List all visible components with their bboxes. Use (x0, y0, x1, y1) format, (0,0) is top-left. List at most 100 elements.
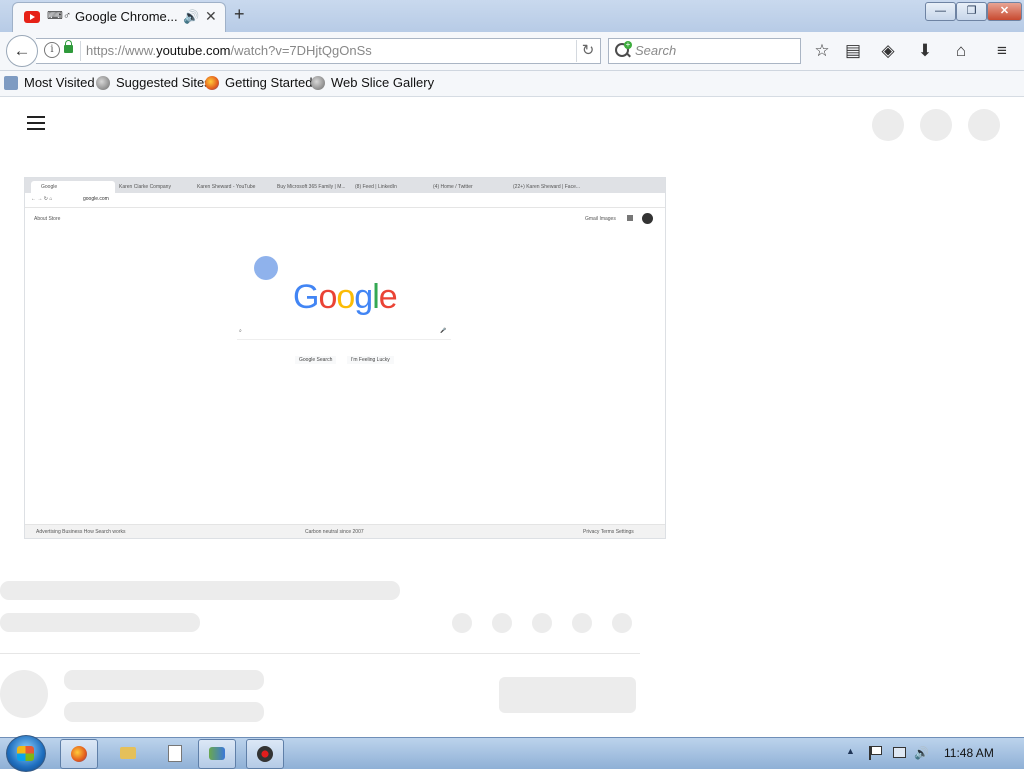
google-search-box: ⌕ 🎤 (237, 325, 451, 340)
action-center-flag-icon[interactable] (866, 746, 882, 760)
maximize-button[interactable]: ❐ (956, 2, 987, 21)
logo-letter: e (378, 278, 398, 316)
navigation-bar: i https://www.youtube.com/watch?v=7DHjtQ… (0, 32, 1024, 71)
channel-avatar-placeholder (0, 670, 48, 718)
search-icon: ⌕ (239, 328, 242, 334)
download-icon[interactable]: ⬇ (914, 40, 936, 62)
info-icon[interactable]: i (44, 42, 60, 58)
footer-left-links: Advertising Business How Search works (36, 529, 126, 535)
bookmark-getting-started[interactable]: Getting Started (225, 75, 312, 90)
title-placeholder (0, 581, 400, 600)
chrome-tab: Karen Clarke Company (119, 184, 171, 190)
taskbar-people-icon[interactable] (198, 739, 236, 769)
taskbar-explorer-icon[interactable] (110, 739, 146, 767)
meta-placeholder (0, 613, 200, 632)
minimize-button[interactable]: — (925, 2, 956, 21)
subscribe-placeholder (499, 677, 636, 713)
chrome-tab: (8) Feed | LinkedIn (355, 184, 397, 190)
action-placeholder (452, 613, 472, 633)
firefox-icon (205, 76, 219, 90)
microphone-icon: 🎤 (440, 328, 447, 334)
url-scheme: https://www. (86, 43, 157, 58)
google-footer: Advertising Business How Search works Ca… (25, 524, 665, 538)
home-icon[interactable]: ⌂ (950, 40, 972, 62)
taskbar: ▲ 🔊 11:48 AM (0, 735, 1024, 772)
taskbar-recorder-icon[interactable] (246, 739, 284, 769)
apps-grid-icon (627, 215, 633, 221)
chrome-toolbar: ← → ↻ ⌂ google.com (25, 193, 665, 208)
url-divider (80, 41, 81, 61)
channel-name-placeholder (64, 670, 264, 690)
reader-view-icon[interactable]: ▤ (842, 40, 864, 62)
search-placeholder: Search (635, 43, 677, 58)
chrome-nav-icons: ← → ↻ ⌂ (31, 196, 53, 202)
close-window-button[interactable]: ✕ (987, 2, 1022, 21)
logo-letter: G (293, 278, 319, 316)
footer-carbon-text: Carbon neutral since 2007 (305, 529, 364, 535)
google-top-right-links: Gmail Images (585, 216, 616, 222)
new-tab-button[interactable]: + (234, 4, 245, 25)
video-player[interactable]: Google Karen Clarke Company Karen Shewar… (24, 177, 666, 539)
menu-icon[interactable]: ≡ (991, 40, 1013, 62)
bookmark-most-visited[interactable]: Most Visited (24, 75, 95, 90)
title-bar: ⌨♂ Google Chrome... 🔊 ✕ + — ❐ ✕ (0, 0, 1024, 33)
url-path: /watch?v=7DHjtQgOnSs (230, 43, 372, 58)
pocket-icon[interactable]: ◈ (877, 40, 899, 62)
logo-letter: g (354, 278, 373, 316)
bookmarks-toolbar: Most Visited Suggested Sites Getting Sta… (0, 71, 1024, 97)
youtube-favicon-icon (24, 11, 40, 23)
placeholder-circle (920, 109, 952, 141)
bookmark-star-icon[interactable]: ☆ (811, 40, 833, 62)
reload-button[interactable]: ↻ (576, 40, 599, 62)
taskbar-firefox-icon[interactable] (60, 739, 98, 769)
bookmark-suggested-sites[interactable]: Suggested Sites (116, 75, 211, 90)
speaker-icon[interactable]: 🔊 (183, 9, 199, 25)
feeling-lucky-button: I'm Feeling Lucky (347, 356, 394, 364)
divider (0, 653, 640, 654)
footer-right-links: Privacy Terms Settings (583, 529, 634, 535)
action-placeholder (612, 613, 632, 633)
tray-expand-icon[interactable]: ▲ (846, 746, 855, 756)
logo-letter: o (336, 278, 355, 316)
action-placeholder (492, 613, 512, 633)
hamburger-menu-icon[interactable] (27, 116, 45, 130)
placeholder-circle (968, 109, 1000, 141)
url-text[interactable]: https://www.youtube.com/watch?v=7DHjtQgO… (86, 43, 372, 58)
network-icon[interactable] (891, 746, 907, 760)
chrome-tab: Karen Sheward - YouTube (197, 184, 256, 190)
lock-icon (64, 40, 73, 53)
chrome-tab: Buy Microsoft 365 Family | M... (277, 184, 345, 190)
globe-icon (311, 76, 325, 90)
placeholder-circle (872, 109, 904, 141)
most-visited-icon (4, 76, 18, 90)
channel-subs-placeholder (64, 702, 264, 722)
chrome-tab: Google (31, 181, 115, 193)
start-button[interactable] (6, 735, 46, 772)
cursor-highlight (254, 256, 278, 280)
taskbar-notepad-icon[interactable] (156, 739, 192, 767)
tab-close-icon[interactable]: ✕ (205, 8, 217, 25)
clock[interactable]: 11:48 AM (944, 746, 994, 760)
logo-letter: o (318, 278, 337, 316)
globe-icon (96, 76, 110, 90)
url-bar[interactable]: i https://www.youtube.com/watch?v=7DHjtQ… (36, 38, 601, 64)
chrome-tab-strip: Google Karen Clarke Company Karen Shewar… (25, 178, 665, 193)
tab-title: Google Chrome... (75, 9, 178, 24)
keyboard-icon: ⌨♂ (47, 10, 72, 22)
google-logo: Google (293, 278, 398, 317)
action-placeholder (572, 613, 592, 633)
volume-icon[interactable]: 🔊 (914, 746, 930, 760)
chrome-tab: (22+) Karen Sheward | Face... (513, 184, 581, 190)
google-top-left-links: About Store (34, 216, 61, 222)
url-host: youtube.com (156, 43, 231, 58)
chrome-url: google.com (83, 196, 109, 202)
google-search-button: Google Search (295, 356, 337, 364)
action-placeholder (532, 613, 552, 633)
chrome-tab: (4) Home / Twitter (433, 184, 473, 190)
back-button[interactable]: ← (6, 35, 38, 67)
search-input[interactable]: + Search (608, 38, 801, 64)
avatar (642, 213, 653, 224)
add-search-icon: + (624, 40, 632, 49)
browser-tab[interactable]: ⌨♂ Google Chrome... 🔊 ✕ (12, 2, 226, 33)
bookmark-web-slice-gallery[interactable]: Web Slice Gallery (331, 75, 434, 90)
